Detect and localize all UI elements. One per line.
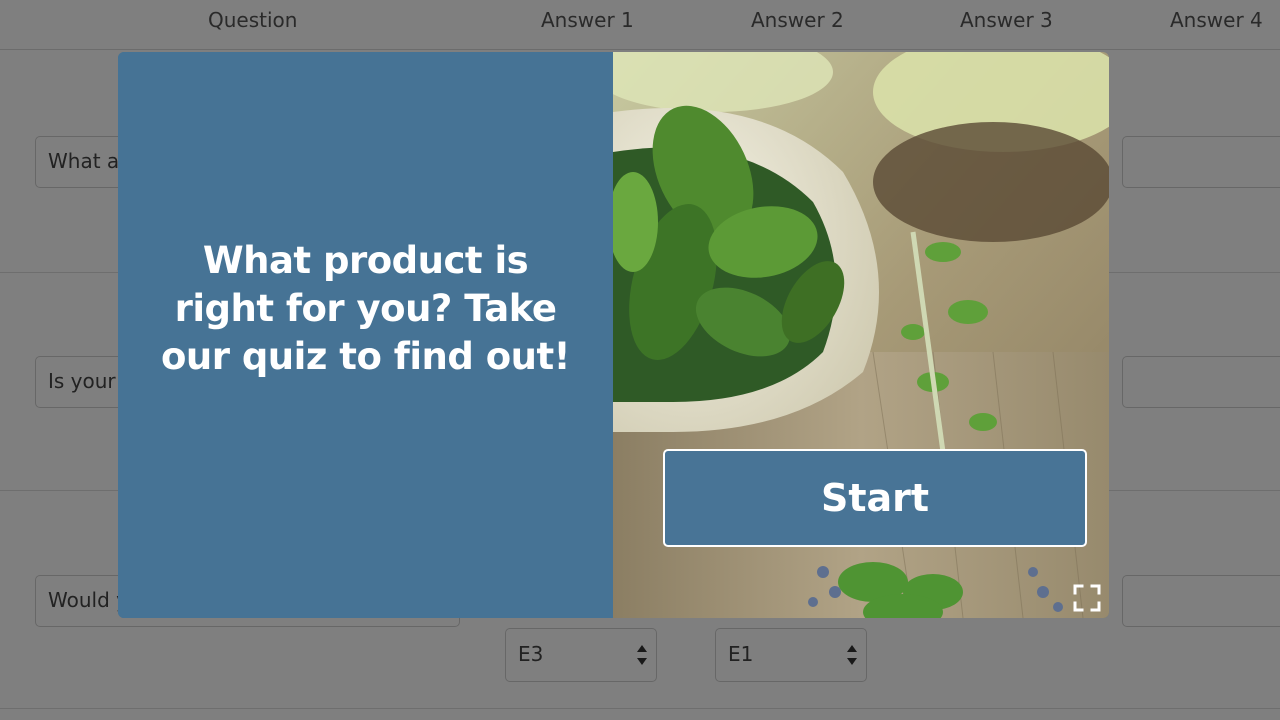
fullscreen-icon[interactable] <box>1072 583 1102 613</box>
start-button[interactable]: Start <box>663 449 1087 547</box>
quiz-intro-panel: What product is right for you? Take our … <box>118 52 613 618</box>
quiz-modal: What product is right for you? Take our … <box>118 52 1109 618</box>
quiz-title: What product is right for you? Take our … <box>160 239 571 378</box>
